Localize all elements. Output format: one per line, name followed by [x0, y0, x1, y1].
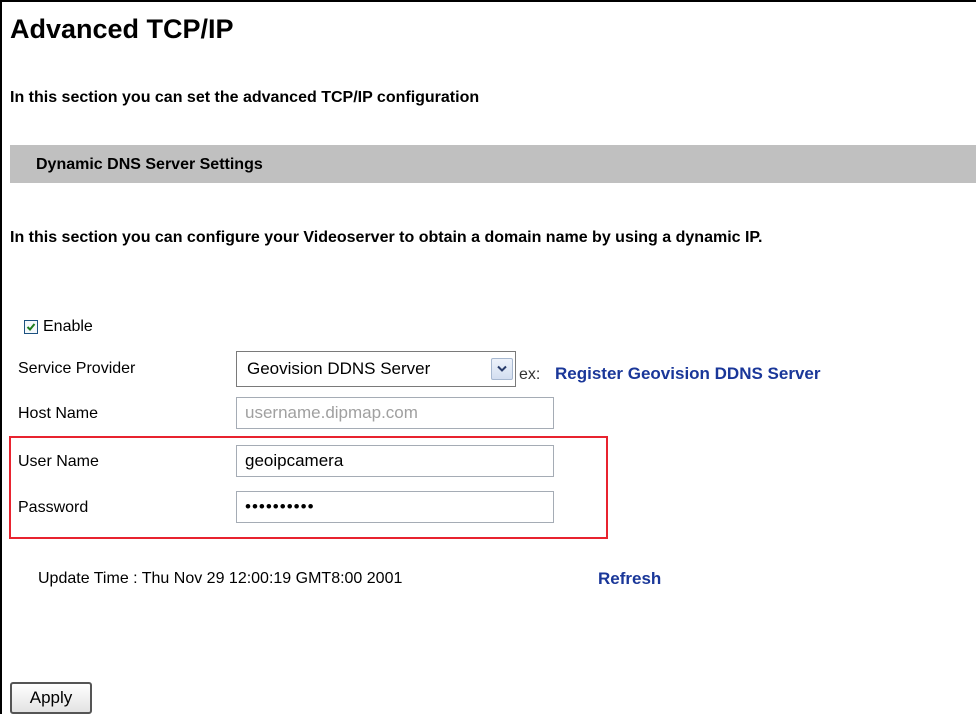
enable-row[interactable]: Enable: [24, 316, 93, 338]
service-provider-select[interactable]: Geovision DDNS Server: [236, 351, 516, 387]
checkmark-icon: [26, 323, 36, 331]
service-provider-label: Service Provider: [18, 360, 136, 377]
page-title: Advanced TCP/IP: [10, 14, 234, 44]
user-name-input[interactable]: [236, 445, 554, 477]
host-name-input[interactable]: [236, 397, 554, 429]
user-name-label: User Name: [18, 453, 99, 470]
update-time-text: Update Time : Thu Nov 29 12:00:19 GMT8:0…: [38, 570, 403, 587]
section-header-bar: Dynamic DNS Server Settings: [10, 145, 976, 183]
host-name-label: Host Name: [18, 405, 99, 422]
enable-label: Enable: [43, 318, 93, 335]
refresh-link[interactable]: Refresh: [598, 569, 661, 589]
section-header-title: Dynamic DNS Server Settings: [36, 156, 263, 173]
dropdown-button[interactable]: [491, 358, 513, 380]
register-ddns-link[interactable]: Register Geovision DDNS Server: [555, 364, 820, 384]
password-label: Password: [18, 499, 89, 516]
page-intro: In this section you can set the advanced…: [10, 89, 480, 106]
password-input[interactable]: [236, 491, 554, 523]
chevron-down-icon: [497, 365, 507, 372]
apply-button[interactable]: Apply: [10, 682, 92, 714]
example-prefix: ex:: [519, 366, 541, 383]
service-provider-selected-value: Geovision DDNS Server: [247, 359, 431, 378]
enable-checkbox[interactable]: [24, 320, 38, 334]
section-description: In this section you can configure your V…: [10, 229, 763, 246]
